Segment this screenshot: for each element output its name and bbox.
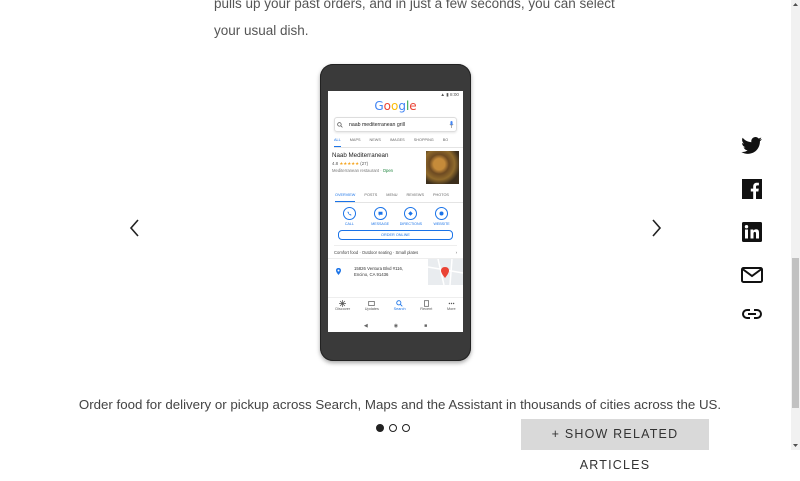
phone-search-query: naab mediterranean grill: [349, 121, 405, 128]
business-address: 15826 Ventura Blvd #116, Encino, CA 9143…: [328, 258, 463, 286]
scrollbar-thumb[interactable]: [792, 258, 799, 408]
phone-search-box: naab mediterranean grill: [334, 117, 457, 132]
search-icon: [335, 120, 345, 130]
mini-map: [427, 258, 463, 286]
twitter-icon: [741, 137, 762, 154]
place-tab-posts: POSTS: [364, 193, 378, 197]
show-related-articles-button[interactable]: + SHOW RELATED ARTICLES: [521, 419, 709, 472]
chevron-right-small-icon: ›: [455, 250, 457, 255]
microphone-icon: [446, 120, 456, 130]
carousel-dot-3[interactable]: [402, 424, 410, 432]
review-count: (27): [360, 161, 369, 166]
nav-more: More: [447, 300, 456, 318]
status-time: 8:00: [450, 92, 459, 97]
map-pin-icon: [427, 258, 463, 286]
business-category: Mediterranean restaurant: [332, 168, 380, 173]
nav-updates: Updates: [365, 300, 379, 318]
link-icon: [742, 309, 762, 319]
business-tags-text: Comfort food · Outdoor seating · Small p…: [334, 250, 419, 255]
action-directions-label: DIRECTIONS: [399, 222, 422, 226]
chevron-right-icon: [652, 219, 662, 237]
phone-screen: ▲ ▮ 8:00 Google naab mediterranean grill…: [328, 91, 463, 332]
nav-discover: Discover: [335, 300, 350, 318]
location-pin-icon: [336, 268, 341, 277]
intro-line-1: pulls up your past orders, and in just a…: [214, 0, 615, 11]
google-logo: Google: [374, 99, 417, 113]
phone-icon: [342, 207, 356, 220]
food-photo: [426, 151, 459, 184]
business-tags: Comfort food · Outdoor seating · Small p…: [334, 245, 457, 255]
nav-recent: Recent: [420, 300, 432, 318]
nav-more-label: More: [446, 307, 456, 311]
business-actions: CALL MESSAGE DIRECTIONS WEBSITE: [334, 207, 457, 226]
carousel-caption: Order food for delivery or pickup across…: [78, 397, 722, 412]
carousel-dot-1[interactable]: [376, 424, 384, 432]
scroll-up-arrow-icon[interactable]: [791, 0, 800, 9]
action-call-label: CALL: [344, 222, 354, 226]
business-open-status: Open: [382, 168, 394, 173]
nav-search: Search: [394, 300, 406, 318]
action-website-label: WEBSITE: [433, 222, 450, 226]
share-email-button[interactable]: [741, 264, 763, 286]
address-line-2: Encino, CA 91436: [354, 272, 389, 277]
phone-tab-shopping: SHOPPING: [413, 138, 434, 142]
phone-bottom-nav: Discover Updates Search Recent More: [328, 297, 463, 318]
place-tabs: OVERVIEW POSTS MENU REVIEWS PHOTOS: [335, 193, 463, 203]
action-website: WEBSITE: [431, 207, 453, 226]
directions-icon: [404, 207, 418, 220]
message-icon: [373, 207, 387, 220]
phone-tab-maps: MAPS: [349, 138, 361, 142]
action-message-label: MESSAGE: [371, 222, 390, 226]
share-link-button[interactable]: [741, 303, 763, 325]
phone-search-tabs: ALL MAPS NEWS IMAGES SHOPPING BO: [334, 138, 463, 148]
carousel-prev-button[interactable]: [123, 216, 147, 240]
mail-icon: [741, 267, 763, 283]
carousel-next-button[interactable]: [644, 216, 668, 240]
share-twitter-button[interactable]: [741, 135, 763, 157]
nav-recent-label: Recent: [420, 307, 433, 311]
address-text: 15826 Ventura Blvd #116, Encino, CA 9143…: [354, 266, 403, 278]
updates-icon: [368, 301, 375, 306]
place-tab-photos: PHOTOS: [432, 193, 449, 197]
rating-value: 4.8: [332, 161, 339, 166]
action-directions: DIRECTIONS: [400, 207, 422, 226]
search-nav-icon: [396, 300, 403, 307]
carousel-dot-2[interactable]: [389, 424, 397, 432]
android-system-nav: ◀ ◉ ■: [328, 321, 463, 331]
asterisk-icon: [339, 300, 347, 307]
phone-tab-more: BO: [442, 138, 449, 142]
order-online-button: ORDER ONLINE: [338, 230, 453, 240]
recents-square-icon: ■: [424, 323, 428, 329]
place-tab-overview: OVERVIEW: [335, 193, 356, 202]
nav-updates-label: Updates: [364, 307, 379, 311]
rating-stars: ★★★★★: [339, 161, 360, 166]
back-triangle-icon: ◀: [363, 323, 368, 329]
nav-discover-label: Discover: [335, 307, 351, 311]
nav-search-label: Search: [393, 307, 406, 311]
globe-icon: [435, 207, 449, 220]
share-facebook-button[interactable]: [741, 178, 763, 200]
share-linkedin-button[interactable]: [741, 221, 763, 243]
page-scrollbar[interactable]: [791, 0, 800, 450]
phone-tab-images: IMAGES: [389, 138, 405, 142]
recent-icon: [423, 300, 429, 307]
chevron-left-icon: [129, 219, 139, 237]
phone-mockup: ▲ ▮ 8:00 Google naab mediterranean grill…: [320, 64, 471, 361]
place-tab-menu: MENU: [386, 193, 398, 197]
carousel-dots: [376, 424, 410, 432]
home-circle-icon: ◉: [393, 323, 399, 329]
intro-line-2: your usual dish.: [214, 23, 309, 38]
place-tab-reviews: REVIEWS: [406, 193, 424, 197]
phone-tab-news: NEWS: [369, 138, 381, 142]
business-card: Naab Mediterranean 4.8 ★★★★★ (27) Medite…: [332, 151, 459, 190]
linkedin-icon: [742, 222, 762, 242]
scroll-down-arrow-icon[interactable]: [791, 441, 800, 450]
action-message: MESSAGE: [369, 207, 391, 226]
status-bar: ▲ ▮ 8:00: [440, 92, 459, 97]
facebook-icon: [742, 179, 762, 199]
action-call: CALL: [338, 207, 360, 226]
phone-tab-all: ALL: [334, 138, 341, 147]
article-intro-text: pulls up your past orders, and in just a…: [214, 0, 615, 44]
more-dots-icon: [448, 302, 455, 305]
